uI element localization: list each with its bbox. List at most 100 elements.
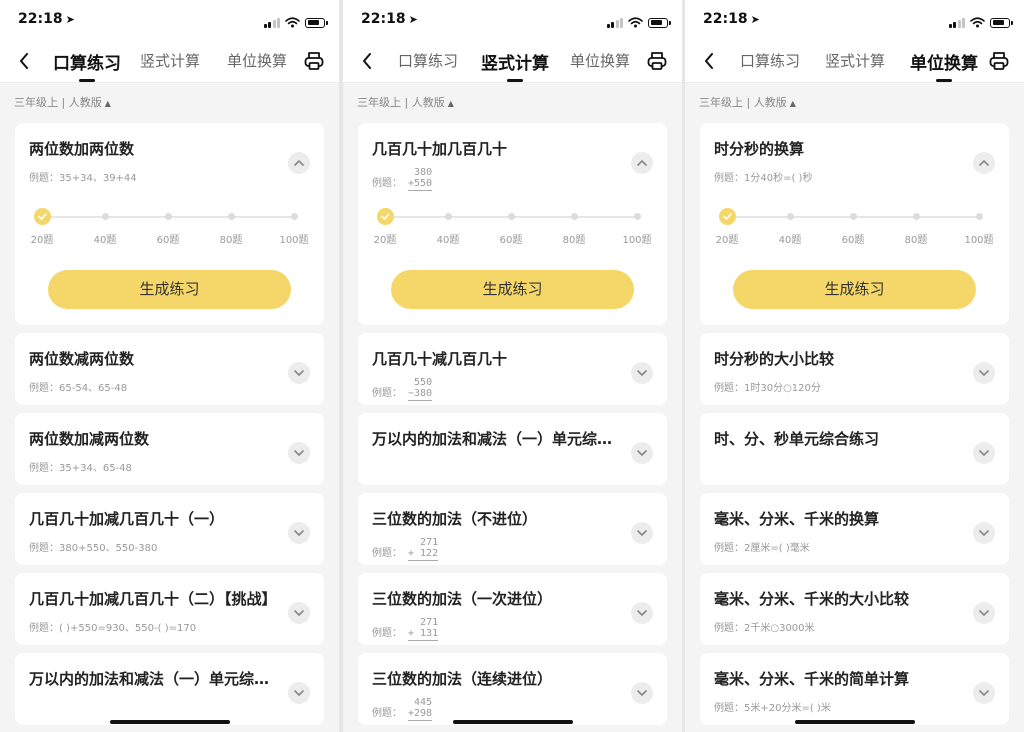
chevron-down-icon[interactable] (973, 522, 995, 544)
question-count-slider[interactable] (33, 208, 298, 225)
screen-unit-conversion: 22:18 ➤ 口算练习 竖式计算 单位换算 三年级上 | 人教版 ▲ 时分秒的换算 例题： 1分… (685, 0, 1024, 732)
tab-unit-conversion[interactable]: 单位换算 (570, 50, 630, 71)
grade-selector[interactable]: 三年级上 | 人教版 ▲ (343, 83, 682, 123)
tab-oral-calc[interactable]: 口算练习 (53, 49, 121, 82)
chevron-up-icon[interactable] (973, 152, 995, 174)
location-arrow-icon: ➤ (750, 13, 760, 26)
back-icon[interactable] (699, 50, 719, 72)
chevron-down-icon[interactable] (973, 362, 995, 384)
exercise-card[interactable]: 毫米、分米、千米的大小比较 例题： 2千米○3000米 (700, 573, 1009, 645)
chevron-down-icon[interactable] (973, 442, 995, 464)
slider-tick[interactable] (570, 213, 578, 220)
slider-tick[interactable] (101, 213, 109, 220)
exercise-title: 几百几十加减几百几十（二）【挑战】 (29, 590, 277, 608)
chevron-up-icon[interactable] (288, 152, 310, 174)
generate-button[interactable]: 生成练习 (733, 270, 976, 309)
chevron-down-icon[interactable] (631, 522, 653, 544)
back-icon[interactable] (14, 50, 34, 72)
chevron-down-icon[interactable] (631, 682, 653, 704)
exercise-example: 例题： 2千米○3000米 (714, 623, 815, 634)
battery-icon (648, 17, 671, 28)
slider-tick[interactable] (975, 213, 983, 220)
exercise-example: 例题： 2厘米=( )毫米 (714, 543, 810, 554)
generate-button[interactable]: 生成练习 (391, 270, 634, 309)
cellular-signal-icon (948, 17, 965, 28)
generate-button[interactable]: 生成练习 (48, 270, 291, 309)
back-icon[interactable] (357, 50, 377, 72)
exercise-card[interactable]: 时、分、秒单元综合练习 (700, 413, 1009, 485)
tab-unit-conversion[interactable]: 单位换算 (910, 49, 978, 82)
slider-handle-check-icon[interactable] (376, 208, 394, 225)
exercise-title: 毫米、分米、千米的简单计算 (714, 670, 910, 688)
question-count-slider[interactable] (376, 208, 641, 225)
chevron-down-icon[interactable] (288, 682, 310, 704)
chevron-down-icon[interactable] (631, 602, 653, 624)
chevron-up-icon[interactable] (631, 152, 653, 174)
tab-unit-conversion[interactable]: 单位换算 (227, 50, 287, 71)
exercise-example: 例题： 65-54、65-48 (29, 383, 128, 394)
tab-vertical-calc[interactable]: 竖式计算 (481, 49, 549, 82)
exercise-card[interactable]: 三位数的加法（不进位） 例题： 271 + 122 (358, 493, 667, 565)
slider-handle-check-icon[interactable] (718, 208, 736, 225)
chevron-down-icon[interactable] (288, 522, 310, 544)
exercise-card[interactable]: 两位数加减两位数 例题： 35+34、65-48 (15, 413, 324, 485)
slider-tick[interactable] (290, 213, 298, 220)
slider-tick[interactable] (786, 213, 794, 220)
slider-label: 100题 (622, 235, 652, 246)
chevron-down-icon[interactable] (973, 602, 995, 624)
chevron-down-icon[interactable] (631, 362, 653, 384)
exercise-card[interactable]: 万以内的加法和减法（一）单元综合练习 (15, 653, 324, 725)
exercise-card[interactable]: 时分秒的换算 例题： 1分40秒=( )秒 20题 40题 60题 80题 100题 生成练习 (700, 123, 1009, 325)
tab-oral-calc[interactable]: 口算练习 (398, 50, 458, 71)
chevron-down-icon[interactable] (288, 442, 310, 464)
dropdown-triangle-icon: ▲ (104, 99, 111, 108)
slider-tick[interactable] (633, 213, 641, 220)
slider-tick[interactable] (227, 213, 235, 220)
slider-tick[interactable] (849, 213, 857, 220)
slider-handle-check-icon[interactable] (33, 208, 51, 225)
exercise-card[interactable]: 三位数的加法（一次进位） 例题： 271 + 131 (358, 573, 667, 645)
exercise-card[interactable]: 几百几十加减几百几十（二）【挑战】 例题：( )+550=930、550-( )=… (15, 573, 324, 645)
exercise-card[interactable]: 几百几十加减几百几十（一） 例题： 380+550、550-380 (15, 493, 324, 565)
slider-label: 60题 (841, 235, 865, 246)
exercise-card[interactable]: 几百几十减几百几十 例题： 550 −380 (358, 333, 667, 405)
exercise-card[interactable]: 毫米、分米、千米的简单计算例题： 5米+20分米=( )米 (700, 653, 1009, 725)
vertical-example: 271 + 122 (408, 537, 439, 561)
exercise-card[interactable]: 几百几十加几百几十 例题： 380 +550 20题 40题 60题 80题 100题 生成练习 (358, 123, 667, 325)
tab-oral-calc[interactable]: 口算练习 (740, 50, 800, 71)
exercise-card[interactable]: 万以内的加法和减法（一）单元综合练习 (358, 413, 667, 485)
chevron-down-icon[interactable] (973, 682, 995, 704)
slider-tick[interactable] (164, 213, 172, 220)
printer-icon[interactable] (303, 50, 325, 72)
slider-label: 100题 (964, 235, 994, 246)
printer-icon[interactable] (988, 50, 1010, 72)
chevron-down-icon[interactable] (631, 442, 653, 464)
chevron-down-icon[interactable] (288, 602, 310, 624)
exercise-card[interactable]: 时分秒的大小比较 例题： 1时30分○120分 (700, 333, 1009, 405)
question-count-slider[interactable] (718, 208, 983, 225)
exercise-card[interactable]: 两位数减两位数例题： 65-54、65-48 (15, 333, 324, 405)
tab-vertical-calc[interactable]: 竖式计算 (825, 50, 885, 71)
tab-vertical-calc[interactable]: 竖式计算 (140, 50, 200, 71)
slider-tick[interactable] (912, 213, 920, 220)
exercise-card[interactable]: 三位数的加法（连续进位） 例题： 445 +298 (358, 653, 667, 725)
exercise-title: 两位数减两位数 (29, 350, 135, 368)
exercise-title: 时分秒的大小比较 (714, 350, 835, 368)
home-indicator (452, 720, 573, 724)
grade-selector[interactable]: 三年级上 | 人教版 ▲ (685, 83, 1024, 123)
exercise-card[interactable]: 毫米、分米、千米的换算 例题： 2厘米=( )毫米 (700, 493, 1009, 565)
location-arrow-icon: ➤ (408, 13, 418, 26)
printer-icon[interactable] (646, 50, 668, 72)
slider-tick[interactable] (507, 213, 515, 220)
exercise-example: 例题： 271 + 122 (372, 537, 439, 561)
location-arrow-icon: ➤ (65, 13, 75, 26)
grade-selector[interactable]: 三年级上 | 人教版 ▲ (0, 83, 339, 123)
slider-label: 100题 (279, 235, 309, 246)
exercise-card[interactable]: 两位数加两位数 例题： 35+34、39+44 20题 40题 60题 80题 100题 生成练… (15, 123, 324, 325)
slider-label: 40题 (93, 235, 117, 246)
slider-tick[interactable] (444, 213, 452, 220)
chevron-down-icon[interactable] (288, 362, 310, 384)
nav-bar: 口算练习 竖式计算 单位换算 (343, 40, 682, 83)
exercise-example: 例题： 5米+20分米=( )米 (714, 703, 831, 714)
slider-label: 20题 (373, 235, 397, 246)
